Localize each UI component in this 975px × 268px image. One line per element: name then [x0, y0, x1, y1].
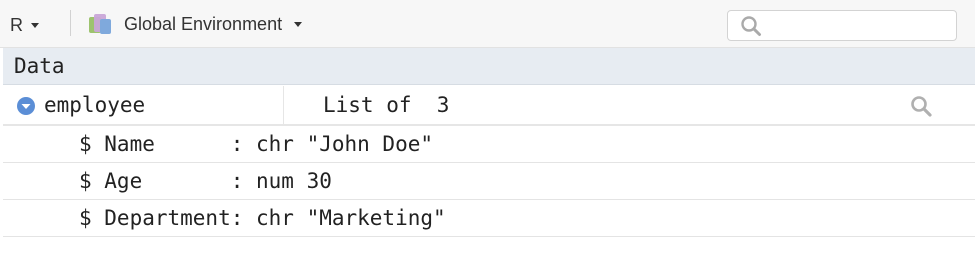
section-header-data: Data	[3, 48, 975, 85]
list-item-field: $ Age : num 30	[3, 163, 975, 200]
environment-icon	[89, 14, 111, 34]
search-icon	[741, 15, 761, 36]
environment-toolbar: R Global Environment	[0, 0, 975, 48]
toolbar-divider	[70, 10, 71, 36]
column-divider	[283, 86, 284, 124]
object-name: employee	[44, 93, 146, 117]
chevron-down-icon	[294, 21, 303, 27]
environment-dropdown[interactable]: Global Environment	[86, 11, 303, 37]
expand-collapse-icon[interactable]	[16, 96, 36, 116]
search-input[interactable]	[768, 11, 942, 40]
language-label: R	[10, 14, 23, 35]
search-box[interactable]	[727, 10, 957, 41]
environment-label: Global Environment	[124, 13, 283, 34]
chevron-down-icon	[31, 22, 39, 28]
object-value: List of 3	[323, 93, 450, 117]
list-item-field: $ Name : chr "John Doe"	[3, 126, 975, 163]
view-data-icon[interactable]	[909, 94, 933, 118]
list-item-field: $ Department: chr "Marketing"	[3, 200, 975, 237]
language-dropdown[interactable]: R	[10, 13, 39, 37]
object-row-employee[interactable]: employee List of 3	[3, 86, 975, 126]
